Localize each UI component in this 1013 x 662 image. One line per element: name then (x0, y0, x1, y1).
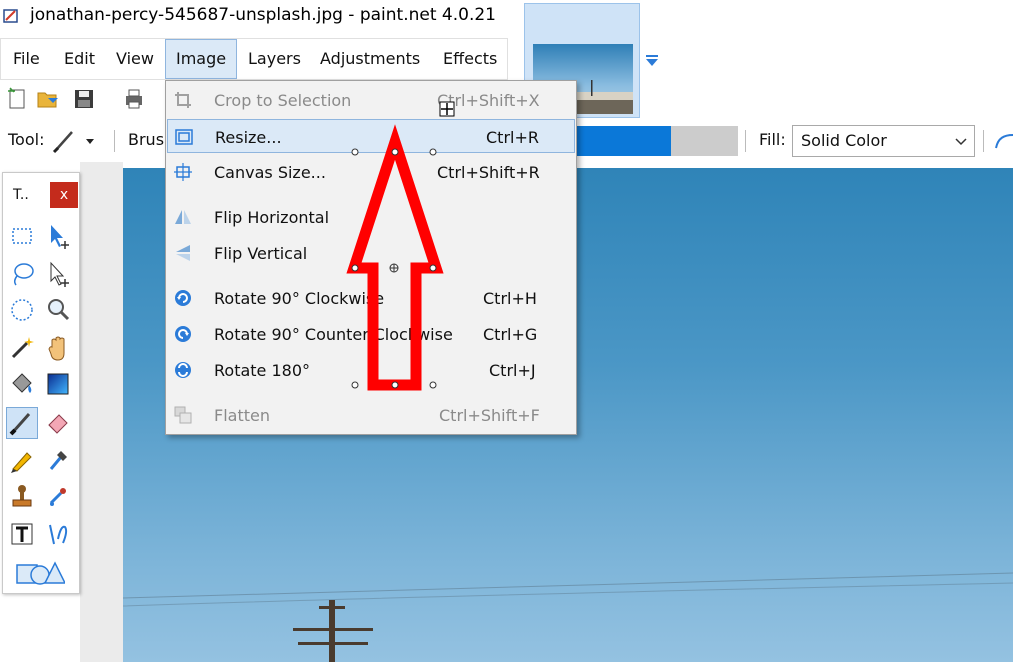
fill-label: Fill: (759, 130, 786, 149)
thumbnail-dropdown-icon[interactable] (644, 54, 660, 68)
rotate-180-icon (175, 362, 191, 378)
clone-stamp-icon[interactable] (7, 481, 37, 511)
menu-item-shortcut: Ctrl+Shift+F (439, 406, 540, 425)
recolor-icon[interactable] (43, 481, 73, 511)
eraser-icon[interactable] (43, 407, 73, 437)
move-selection-icon[interactable] (43, 221, 73, 251)
rotate-ccw-icon (175, 326, 191, 342)
pencil-icon[interactable] (7, 445, 37, 475)
menu-item-shortcut: Ctrl+Shift+X (437, 91, 540, 110)
menu-effects[interactable]: Effects (443, 39, 499, 79)
menu-view[interactable]: View (116, 39, 158, 79)
rotate-cw-icon (175, 290, 191, 306)
menu-item-rotate-180[interactable]: Rotate 180° Ctrl+J (167, 353, 575, 387)
shapes-icon[interactable] (15, 557, 65, 587)
toolbar-divider-2 (745, 130, 746, 152)
menu-item-shortcut: Ctrl+G (483, 325, 538, 344)
toolbar-divider-3 (983, 130, 984, 152)
menu-item-flatten[interactable]: Flatten Ctrl+Shift+F (167, 398, 575, 432)
color-picker-icon[interactable] (43, 445, 73, 475)
menu-item-shortcut: Ctrl+Shift+R (437, 163, 540, 182)
menu-item-rotate-ccw[interactable]: Rotate 90° Counter-Clockwise Ctrl+G (167, 317, 575, 351)
menu-layers[interactable]: Layers (248, 39, 301, 79)
hardness-slider[interactable] (574, 126, 738, 156)
menu-item-shortcut: Ctrl+H (483, 289, 537, 308)
menu-file[interactable]: File (13, 39, 45, 79)
pan-icon[interactable] (43, 333, 73, 363)
menu-item-label: Flip Horizontal (214, 208, 330, 227)
title-bar: jonathan-percy-545687-unsplash.jpg - pai… (0, 0, 1013, 38)
gradient-icon[interactable] (43, 369, 73, 399)
menu-image[interactable]: Image (165, 39, 237, 79)
flip-horizontal-icon (175, 210, 191, 224)
menu-item-label: Flatten (214, 406, 270, 425)
zoom-icon[interactable] (43, 295, 73, 325)
flatten-icon (174, 406, 192, 424)
antialiasing-icon[interactable] (994, 132, 1013, 150)
menu-item-resize[interactable]: Resize... Ctrl+R (167, 119, 575, 153)
menu-item-label: Rotate 90° Clockwise (214, 289, 385, 308)
menu-item-label: Flip Vertical (214, 244, 308, 263)
menu-item-shortcut: Ctrl+J (489, 361, 536, 380)
tools-window-title: T.. (13, 187, 29, 203)
menu-item-flip-vertical[interactable]: Flip Vertical (167, 236, 575, 270)
paintbrush-tool-button[interactable] (6, 407, 38, 439)
main-toolbar (0, 80, 165, 120)
line-curve-icon[interactable] (43, 519, 73, 549)
tools-close-button[interactable]: x (50, 182, 78, 208)
paintbrush-icon (9, 413, 31, 436)
fill-mode-select[interactable]: Solid Color (792, 125, 975, 157)
paint-net-app-icon (3, 9, 18, 23)
print-icon[interactable] (122, 87, 146, 111)
menu-item-canvas-size[interactable]: Canvas Size... Ctrl+Shift+R (167, 155, 575, 189)
menu-item-label: Canvas Size... (214, 163, 326, 182)
move-selected-icon[interactable] (43, 259, 73, 289)
save-icon[interactable] (72, 87, 96, 111)
paint-bucket-icon[interactable] (7, 369, 37, 399)
window-title: jonathan-percy-545687-unsplash.jpg - pai… (30, 5, 496, 25)
chevron-down-icon (955, 138, 967, 146)
new-image-icon[interactable] (6, 87, 30, 111)
canvas-background (80, 162, 123, 662)
text-icon[interactable] (7, 519, 37, 549)
brush-width-label: Brus (128, 130, 165, 149)
rectangle-select-icon[interactable] (7, 221, 37, 251)
menu-item-label: Rotate 90° Counter-Clockwise (214, 325, 453, 344)
open-icon[interactable] (36, 87, 60, 111)
toolbar-divider (114, 130, 115, 152)
tools-window: T.. x (2, 172, 80, 594)
menu-item-label: Rotate 180° (214, 361, 311, 380)
crop-icon (175, 92, 191, 108)
image-menu-dropdown: Crop to Selection Ctrl+Shift+X Resize...… (165, 80, 577, 435)
menu-item-label: Crop to Selection (214, 91, 352, 110)
menu-item-rotate-cw[interactable]: Rotate 90° Clockwise Ctrl+H (167, 281, 575, 315)
menu-edit[interactable]: Edit (64, 39, 98, 79)
menu-adjustments[interactable]: Adjustments (320, 39, 424, 79)
paintbrush-tool-icon[interactable] (52, 128, 78, 154)
magic-wand-icon[interactable] (7, 333, 37, 363)
menu-bar: File Edit View Image Layers Adjustments … (0, 38, 508, 80)
flip-vertical-icon (176, 245, 190, 261)
ellipse-select-icon[interactable] (7, 295, 37, 325)
fill-mode-value: Solid Color (801, 131, 887, 150)
resize-icon (175, 129, 193, 145)
menu-item-crop-to-selection[interactable]: Crop to Selection Ctrl+Shift+X (167, 83, 575, 117)
canvas-size-icon (174, 163, 192, 181)
menu-item-label: Resize... (215, 128, 282, 147)
lasso-select-icon[interactable] (7, 259, 37, 289)
paint-net-window: jonathan-percy-545687-unsplash.jpg - pai… (0, 0, 1013, 662)
tool-label: Tool: (8, 130, 45, 149)
menu-item-shortcut: Ctrl+R (486, 128, 539, 147)
menu-item-flip-horizontal[interactable]: Flip Horizontal (167, 200, 575, 234)
hardness-slider-fill (574, 126, 671, 156)
tool-dropdown-icon[interactable] (84, 136, 96, 146)
